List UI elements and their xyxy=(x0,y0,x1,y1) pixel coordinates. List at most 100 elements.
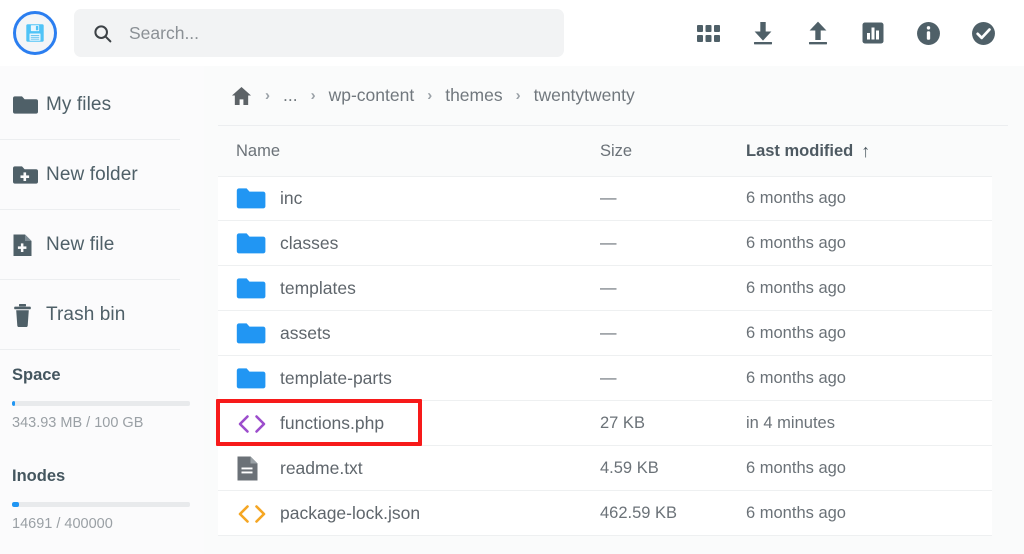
file-modified-cell: 6 months ago xyxy=(746,504,846,522)
inodes-meter-title: Inodes xyxy=(12,467,66,485)
app-logo[interactable] xyxy=(12,10,58,56)
search-input[interactable] xyxy=(129,22,546,44)
sidebar-item-label: Trash bin xyxy=(46,304,126,325)
file-size-cell: — xyxy=(600,324,617,342)
sidebar-item-trash-bin[interactable]: Trash bin xyxy=(0,280,204,350)
content-area: › ... › wp-content › themes › twentytwen… xyxy=(204,66,1024,554)
file-name-cell: functions.php xyxy=(236,413,600,435)
sidebar-item-label: My files xyxy=(46,94,112,115)
file-size-cell: — xyxy=(600,369,617,387)
table-row[interactable]: assets — 6 months ago xyxy=(218,311,992,356)
home-icon[interactable] xyxy=(231,86,252,106)
file-modified-cell: 6 months ago xyxy=(746,369,846,387)
file-name-label: package-lock.json xyxy=(280,503,421,523)
file-name-label: template-parts xyxy=(280,368,392,388)
inodes-meter-track xyxy=(12,502,190,507)
file-size-cell: — xyxy=(600,279,617,297)
floppy-disk-save-icon xyxy=(13,11,57,55)
file-size-cell: 462.59 KB xyxy=(600,504,678,522)
sidebar-item-new-file[interactable]: New file xyxy=(0,210,204,280)
search-bar[interactable] xyxy=(74,9,564,57)
upload-icon[interactable] xyxy=(805,20,831,46)
file-modified-cell: 6 months ago xyxy=(746,234,846,252)
file-modified-cell: in 4 minutes xyxy=(746,414,835,432)
trash-icon xyxy=(12,303,46,328)
column-header-size[interactable]: Size xyxy=(600,142,746,161)
file-name-label: assets xyxy=(280,323,331,343)
file-name-cell: inc xyxy=(236,187,600,211)
folder-icon xyxy=(236,277,280,301)
space-meter-track xyxy=(12,401,190,406)
sidebar: My files New folder New file Trash bin S… xyxy=(0,66,204,554)
table-header: Name Size Last modified ↑ xyxy=(218,125,1008,176)
table-row[interactable]: template-parts — 6 months ago xyxy=(218,356,992,401)
folder-icon xyxy=(236,232,280,256)
space-meter-fill xyxy=(12,401,15,406)
download-icon[interactable] xyxy=(750,20,776,46)
table-row[interactable]: templates — 6 months ago xyxy=(218,266,992,311)
file-size-cell: — xyxy=(600,189,617,207)
file-modified-cell: 6 months ago xyxy=(746,459,846,477)
inodes-meter-text: 14691 / 400000 xyxy=(12,516,113,532)
folder-plus-icon xyxy=(12,164,46,186)
breadcrumb-separator: › xyxy=(265,87,270,104)
space-meter: Space 343.93 MB / 100 GB xyxy=(0,350,204,431)
stats-chart-icon[interactable] xyxy=(860,20,886,46)
sidebar-item-my-files[interactable]: My files xyxy=(0,70,204,140)
top-bar xyxy=(0,0,1024,66)
file-name-label: classes xyxy=(280,233,339,253)
table-row[interactable]: inc — 6 months ago xyxy=(218,176,992,221)
file-name-label: readme.txt xyxy=(280,458,363,478)
file-size-cell: 4.59 KB xyxy=(600,459,659,477)
code-file-icon xyxy=(236,503,280,525)
inodes-meter-fill xyxy=(12,502,20,507)
text-file-icon xyxy=(236,455,280,482)
sidebar-item-label: New file xyxy=(46,234,115,255)
table-row[interactable]: classes — 6 months ago xyxy=(218,221,992,266)
folder-icon xyxy=(236,367,280,391)
file-name-cell: package-lock.json xyxy=(236,503,600,525)
column-header-last-modified-label: Last modified xyxy=(746,141,854,160)
file-size-cell: — xyxy=(600,234,617,252)
file-list: inc —6 months ago classes —6 months ago temp… xyxy=(218,176,1008,554)
column-header-last-modified[interactable]: Last modified ↑ xyxy=(746,141,1008,162)
check-circle-icon[interactable] xyxy=(970,20,996,46)
breadcrumb-item-themes[interactable]: themes xyxy=(445,85,502,106)
file-name-cell: readme.txt xyxy=(236,455,600,482)
breadcrumb-item-twentytwenty[interactable]: twentytwenty xyxy=(534,85,635,106)
file-name-label: inc xyxy=(280,188,303,208)
file-modified-cell: 6 months ago xyxy=(746,279,846,297)
toolbar-actions xyxy=(695,20,1006,46)
folder-icon xyxy=(236,187,280,211)
table-row[interactable]: functions.php 27 KB in 4 minutes xyxy=(218,401,992,446)
file-name-cell: template-parts xyxy=(236,367,600,391)
info-icon[interactable] xyxy=(915,20,941,46)
file-modified-cell: 6 months ago xyxy=(746,189,846,207)
space-meter-text: 343.93 MB / 100 GB xyxy=(12,415,144,431)
file-size-cell: 27 KB xyxy=(600,414,645,432)
folder-icon xyxy=(12,94,46,116)
file-name-cell: classes xyxy=(236,232,600,256)
breadcrumb: › ... › wp-content › themes › twentytwen… xyxy=(218,66,1008,125)
sidebar-item-new-folder[interactable]: New folder xyxy=(0,140,204,210)
column-header-name[interactable]: Name xyxy=(236,142,600,161)
table-row[interactable]: package-lock.json 462.59 KB 6 months ago xyxy=(218,491,992,536)
file-name-cell: assets xyxy=(236,322,600,346)
breadcrumb-separator: › xyxy=(310,87,316,104)
file-manager-app: My files New folder xyxy=(0,0,1024,554)
sort-ascending-icon: ↑ xyxy=(861,140,871,161)
app-body: My files New folder New file Trash bin S… xyxy=(0,66,1024,554)
file-modified-cell: 6 months ago xyxy=(746,324,846,342)
space-meter-title: Space xyxy=(12,366,61,384)
folder-icon xyxy=(236,322,280,346)
breadcrumb-item-ellipsis[interactable]: ... xyxy=(283,85,298,106)
breadcrumb-item-wp-content[interactable]: wp-content xyxy=(329,85,415,106)
sidebar-item-label: New folder xyxy=(46,164,138,185)
breadcrumb-separator: › xyxy=(427,87,433,104)
apps-grid-icon[interactable] xyxy=(695,20,721,46)
file-plus-icon xyxy=(12,233,46,258)
code-file-icon xyxy=(236,413,280,435)
table-row[interactable]: readme.txt 4.59 KB 6 months ago xyxy=(218,446,992,491)
file-name-cell: templates xyxy=(236,277,600,301)
search-icon xyxy=(92,23,113,44)
